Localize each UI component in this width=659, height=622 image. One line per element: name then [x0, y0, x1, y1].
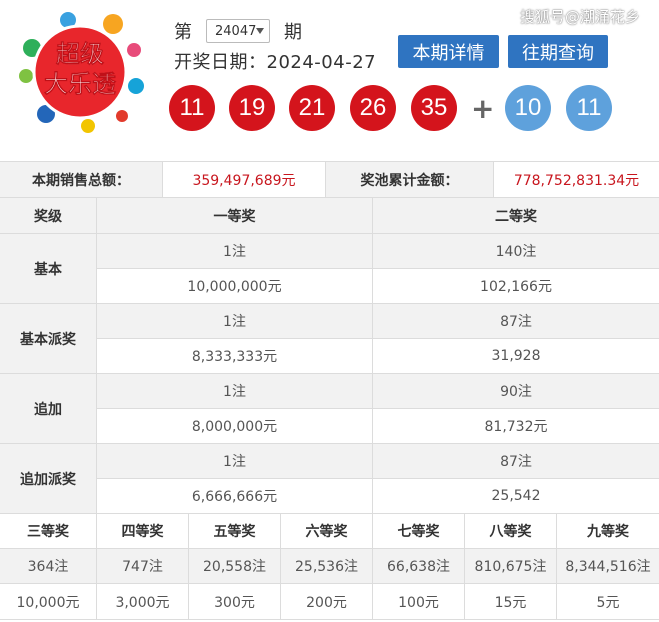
lower-amount: 5元 [557, 584, 659, 620]
watermark: 搜狐号@潮涌花乡 [520, 8, 641, 26]
lower-amount: 3,000元 [97, 584, 189, 620]
front-ball: 35 [411, 85, 457, 131]
first-count: 1注 [97, 304, 373, 339]
lower-amount: 15元 [465, 584, 557, 620]
second-amount: 81,732元 [373, 409, 659, 444]
lower-header: 五等奖 [189, 514, 281, 549]
chevron-down-icon [256, 28, 264, 34]
front-ball: 11 [169, 85, 215, 131]
lower-amount: 100元 [373, 584, 465, 620]
lower-count: 66,638注 [373, 549, 465, 584]
col-second-header: 二等奖 [373, 198, 659, 234]
lower-count: 747注 [97, 549, 189, 584]
sales-summary: 本期销售总额： 359,497,689元 奖池累计金额： 778,752,831… [0, 161, 659, 198]
plus-sign: + [471, 92, 495, 125]
first-amount: 8,000,000元 [97, 409, 373, 444]
front-ball: 26 [350, 85, 396, 131]
lower-header: 七等奖 [373, 514, 465, 549]
back-ball: 10 [505, 85, 551, 131]
prize-row-name: 追加 [0, 374, 97, 444]
issue-number: 24047 [215, 23, 257, 39]
lower-header: 六等奖 [281, 514, 373, 549]
sales-value: 359,497,689元 [163, 162, 326, 197]
prize-row-name: 基本派奖 [0, 304, 97, 374]
second-count: 140注 [373, 234, 659, 269]
pool-value: 778,752,831.34元 [494, 162, 659, 197]
issue-prefix: 第 [174, 22, 192, 43]
lower-amount: 10,000元 [0, 584, 97, 620]
lower-header: 九等奖 [557, 514, 659, 549]
second-count: 87注 [373, 304, 659, 339]
draw-header: 超级 大乐透 搜狐号@潮涌花乡 第 24047 期 开奖日期：2024-04-2… [0, 0, 659, 160]
second-amount: 31,928 [373, 339, 659, 374]
second-amount: 25,542 [373, 479, 659, 514]
logo-text-bottom: 大乐透 [44, 70, 117, 98]
front-ball: 19 [229, 85, 275, 131]
front-ball: 21 [289, 85, 335, 131]
draw-date-label: 开奖日期： [174, 52, 267, 73]
second-count: 87注 [373, 444, 659, 479]
first-count: 1注 [97, 444, 373, 479]
lower-amount: 200元 [281, 584, 373, 620]
logo-text-top: 超级 [56, 40, 104, 68]
first-amount: 10,000,000元 [97, 269, 373, 304]
second-amount: 102,166元 [373, 269, 659, 304]
lower-header: 四等奖 [97, 514, 189, 549]
back-ball: 11 [566, 85, 612, 131]
issue-suffix: 期 [284, 22, 302, 43]
prize-row-name: 追加派奖 [0, 444, 97, 514]
pool-label: 奖池累计金额： [326, 162, 494, 197]
first-count: 1注 [97, 374, 373, 409]
lower-count: 810,675注 [465, 549, 557, 584]
lower-count: 20,558注 [189, 549, 281, 584]
second-count: 90注 [373, 374, 659, 409]
prize-row-name: 基本 [0, 234, 97, 304]
lower-header: 三等奖 [0, 514, 97, 549]
draw-date: 2024-04-27 [266, 52, 377, 73]
col-level-header: 奖级 [0, 198, 97, 234]
lower-count: 8,344,516注 [557, 549, 659, 584]
lower-count: 364注 [0, 549, 97, 584]
issue-row: 第 24047 期 [174, 18, 302, 44]
col-first-header: 一等奖 [97, 198, 373, 234]
issue-select[interactable]: 24047 [206, 19, 270, 43]
first-count: 1注 [97, 234, 373, 269]
super-lotto-logo: 超级 大乐透 [19, 12, 144, 133]
history-query-button[interactable]: 往期查询 [508, 35, 608, 68]
first-amount: 8,333,333元 [97, 339, 373, 374]
draw-date-row: 开奖日期：2024-04-27 [174, 48, 376, 74]
lower-count: 25,536注 [281, 549, 373, 584]
first-amount: 6,666,666元 [97, 479, 373, 514]
current-details-button[interactable]: 本期详情 [398, 35, 499, 68]
sales-label: 本期销售总额： [0, 162, 163, 197]
lower-header: 八等奖 [465, 514, 557, 549]
lower-amount: 300元 [189, 584, 281, 620]
